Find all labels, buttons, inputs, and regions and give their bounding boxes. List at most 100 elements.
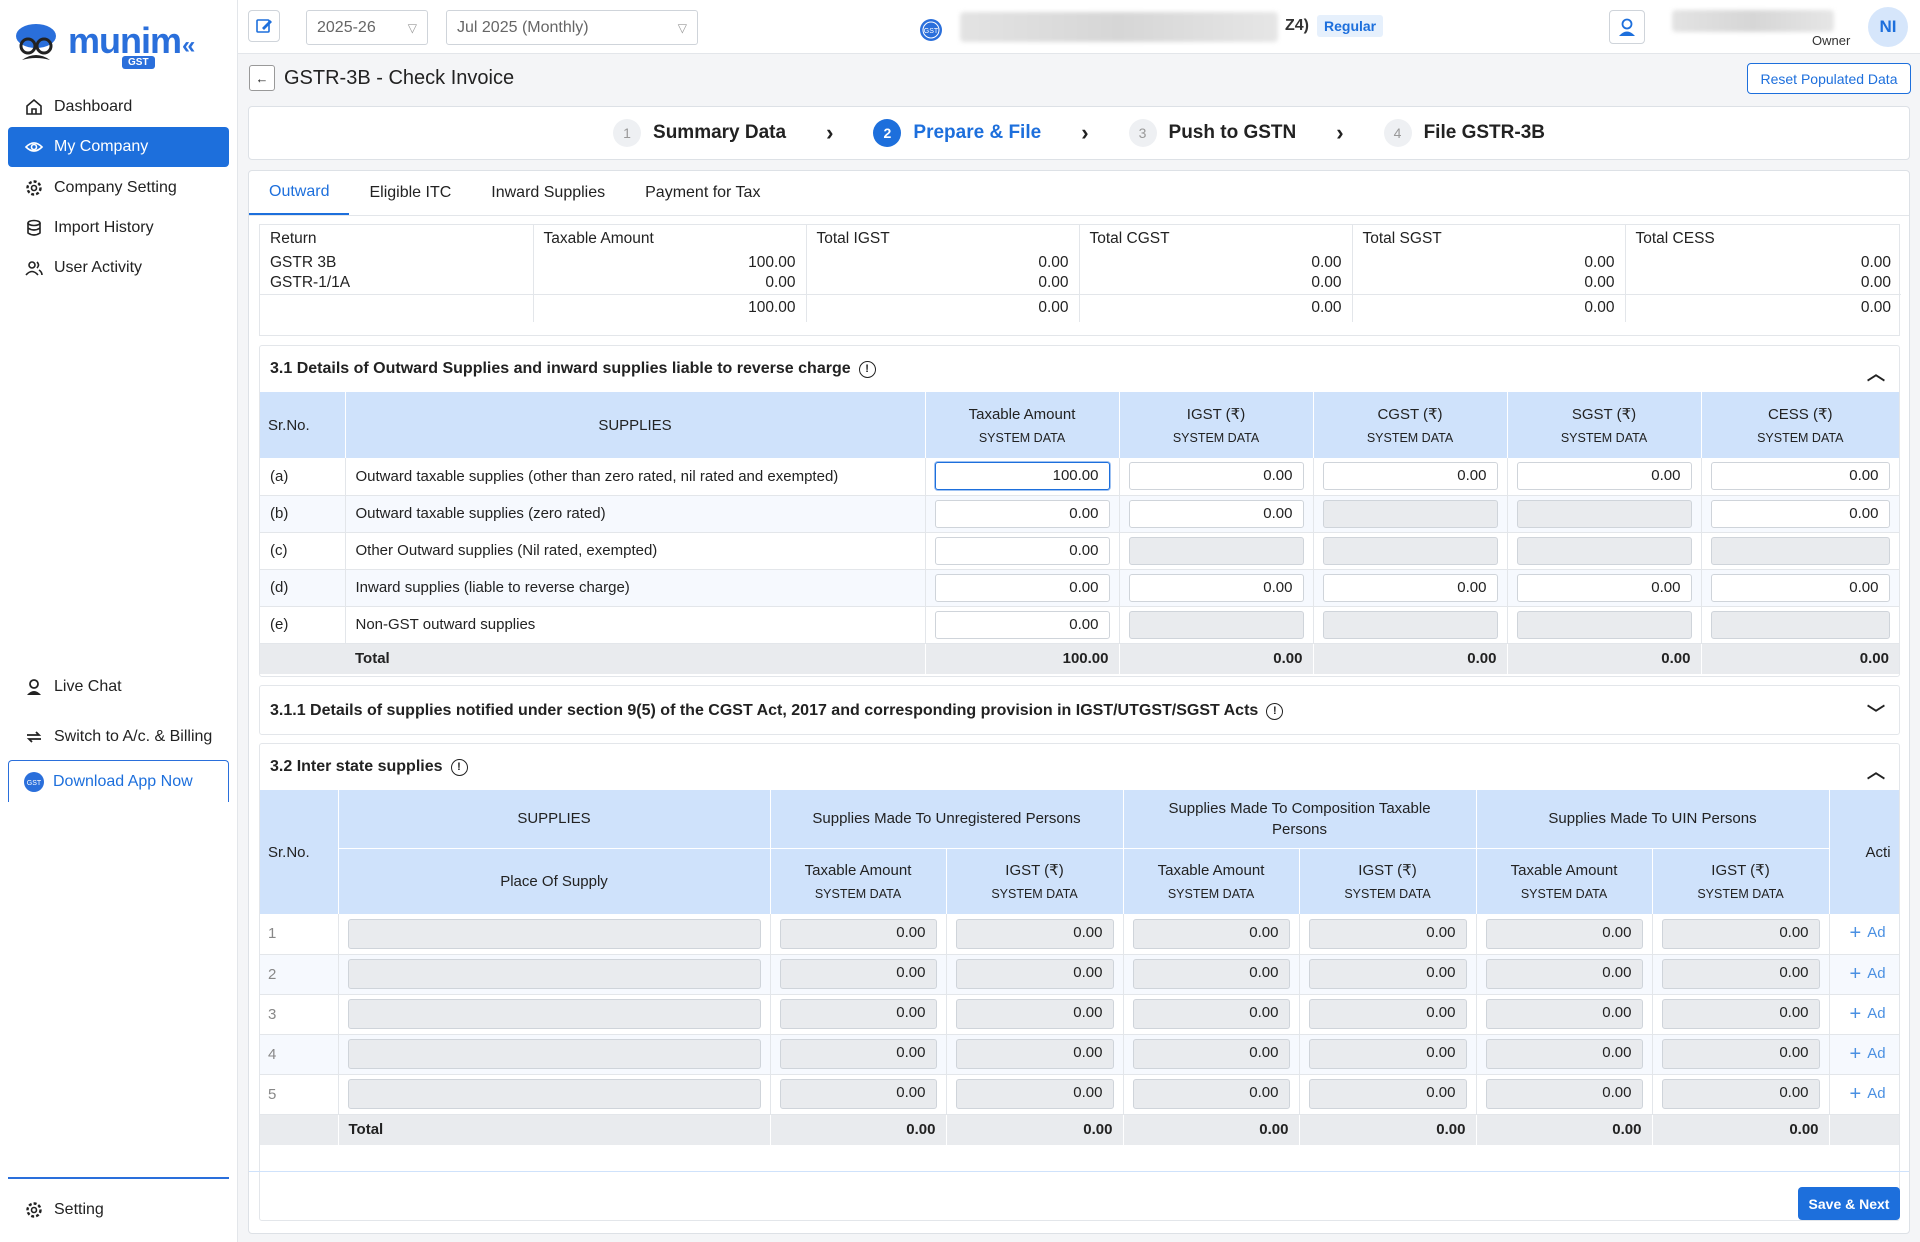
value-cell: 0.00 <box>1313 458 1508 495</box>
cloud-mascot-icon <box>16 24 56 60</box>
amount-input[interactable]: 0.00 <box>1710 499 1890 528</box>
summary-cell: 100.00 <box>533 252 807 273</box>
place-of-supply-select <box>347 1039 761 1069</box>
summary-cell: 0.00 <box>1352 252 1626 273</box>
amount-input[interactable]: 0.00 <box>1322 462 1498 491</box>
row-sr-no: 5 <box>260 1074 339 1114</box>
gstin-suffix: Z4) <box>1285 17 1309 34</box>
add-row-button[interactable]: + Ad <box>1850 922 1886 944</box>
user-avatar[interactable]: NI <box>1868 7 1908 47</box>
value-cell: 0.00 <box>1119 569 1314 606</box>
step-push-to-gstn[interactable]: 3 Push to GSTN <box>1128 119 1296 147</box>
reset-populated-data-button[interactable]: Reset Populated Data <box>1747 63 1911 94</box>
chevron-up-icon[interactable]: ︿ <box>1867 360 1885 386</box>
step-file-gstr3b[interactable]: 4 File GSTR-3B <box>1383 119 1545 147</box>
tab-inward-supplies[interactable]: Inward Supplies <box>471 171 625 215</box>
step-prepare-file[interactable]: 2 Prepare & File <box>873 119 1041 147</box>
home-icon <box>26 98 42 115</box>
value-cell: 0.00 <box>770 1074 947 1114</box>
tab-eligible-itc[interactable]: Eligible ITC <box>349 171 471 215</box>
plus-icon: + <box>1849 1042 1862 1065</box>
col-sub-label: SYSTEM DATA <box>991 887 1078 902</box>
total-value: 0.00 <box>1651 1114 1830 1145</box>
amount-input[interactable]: 100.00 <box>934 462 1110 491</box>
amount-input[interactable]: 0.00 <box>934 573 1110 602</box>
value-cell: 0.00 <box>1313 569 1508 606</box>
sidebar-divider <box>8 1177 229 1179</box>
back-button[interactable]: ← <box>249 65 275 91</box>
action-cell: + Ad <box>1829 914 1899 954</box>
sidebar-item-import-history[interactable]: Import History <box>8 208 229 248</box>
add-row-button[interactable]: + Ad <box>1850 1083 1886 1105</box>
collapse-sidebar-icon[interactable]: « <box>182 32 195 60</box>
amount-input: 0.00 <box>1661 918 1820 949</box>
financial-year-select[interactable]: 2025-26 ▽ <box>306 10 428 45</box>
add-row-button[interactable]: + Ad <box>1849 1042 1886 1065</box>
info-icon[interactable]: ! <box>1266 702 1284 720</box>
amount-input[interactable]: 0.00 <box>1128 499 1304 528</box>
amount-input[interactable]: 0.00 <box>1516 573 1692 602</box>
amount-input[interactable]: 0.00 <box>1128 573 1304 602</box>
info-icon[interactable]: ! <box>450 758 468 776</box>
sidebar-live-chat[interactable]: Live Chat <box>8 667 229 707</box>
amount-input[interactable]: 0.00 <box>934 536 1110 565</box>
amount-input[interactable]: 0.00 <box>1128 462 1304 491</box>
sidebar-item-company-setting[interactable]: Company Setting <box>8 168 229 208</box>
logo-gst-badge: GST <box>122 56 155 69</box>
summary-cell: 0.00 <box>806 294 1080 322</box>
add-row-button[interactable]: + Ad <box>1850 963 1886 985</box>
amount-input[interactable]: 0.00 <box>1710 573 1890 602</box>
summary-cell: 0.00 <box>806 273 1080 294</box>
col-label: IGST (₹) <box>1711 862 1770 880</box>
chevron-down-icon[interactable]: ﹀ <box>1867 700 1885 726</box>
munim-logo[interactable]: munim GST <box>12 16 182 74</box>
sidebar-item-user-activity[interactable]: User Activity <box>8 248 229 288</box>
sidebar-item-label: User Activity <box>54 259 143 276</box>
save-next-button[interactable]: Save & Next <box>1798 1187 1900 1220</box>
info-icon[interactable]: ! <box>858 360 876 378</box>
download-app-button[interactable]: GST Download App Now <box>8 760 229 802</box>
section-3-1-1-header[interactable]: 3.1.1 Details of supplies notified under… <box>270 686 1284 736</box>
table-row: 4 0.00 0.00 0.00 0.00 0.00 0.00 + Ad <box>260 1034 1899 1074</box>
step-summary-data[interactable]: 1 Summary Data <box>613 119 786 147</box>
value-cell: 0.00 <box>1119 495 1314 532</box>
sidebar-item-setting[interactable]: Setting <box>8 1190 229 1230</box>
amount-input[interactable]: 0.00 <box>934 499 1110 528</box>
value-cell <box>1119 532 1314 569</box>
step-label: Prepare & File <box>913 122 1042 143</box>
amount-input[interactable]: 0.00 <box>1322 573 1498 602</box>
amount-input: 0.00 <box>1132 918 1290 949</box>
period-select[interactable]: Jul 2025 (Monthly) ▽ <box>446 10 698 45</box>
tab-outward[interactable]: Outward <box>249 171 350 215</box>
table-row: 2 0.00 0.00 0.00 0.00 0.00 0.00 + Ad <box>260 954 1899 994</box>
col-unreg-igst: IGST (₹) SYSTEM DATA <box>946 848 1124 914</box>
tab-payment-for-tax[interactable]: Payment for Tax <box>625 171 780 215</box>
section-3-1-1[interactable]: 3.1.1 Details of supplies notified under… <box>259 685 1900 735</box>
total-value: 0.00 <box>1118 643 1313 674</box>
user-support-icon[interactable] <box>1609 10 1645 44</box>
footer-divider <box>249 1171 1909 1172</box>
total-label: Total <box>355 650 390 668</box>
value-cell: 0.00 <box>770 1034 947 1074</box>
value-cell <box>1313 606 1508 643</box>
section-3-1-1-title: 3.1.1 Details of supplies notified under… <box>270 702 1259 719</box>
edit-note-icon[interactable] <box>248 10 280 42</box>
value-cell: 0.00 <box>925 606 1120 643</box>
section-3-1-header[interactable]: 3.1 Details of Outward Supplies and inwa… <box>270 346 876 392</box>
eye-icon <box>24 142 44 152</box>
add-row-button[interactable]: + Ad <box>1850 1003 1886 1025</box>
value-cell: 0.00 <box>925 569 1120 606</box>
section-3-2-title: 3.2 Inter state supplies <box>270 758 443 775</box>
chevron-up-icon[interactable]: ︿ <box>1867 758 1885 784</box>
amount-input[interactable]: 0.00 <box>934 610 1110 639</box>
sidebar-switch-billing[interactable]: Switch to A/c. & Billing <box>8 717 229 757</box>
table-row: (b) Outward taxable supplies (zero rated)… <box>260 495 1900 532</box>
add-label: Ad <box>1867 1084 1886 1102</box>
gear-icon <box>26 180 42 196</box>
amount-input[interactable]: 0.00 <box>1710 462 1890 491</box>
sidebar-item-dashboard[interactable]: Dashboard <box>8 87 229 127</box>
section-3-2-header[interactable]: 3.2 Inter state supplies! <box>270 744 468 790</box>
amount-input[interactable]: 0.00 <box>1516 462 1692 491</box>
disabled-amount-input <box>1322 499 1498 528</box>
sidebar-item-my-company[interactable]: My Company <box>8 127 229 167</box>
